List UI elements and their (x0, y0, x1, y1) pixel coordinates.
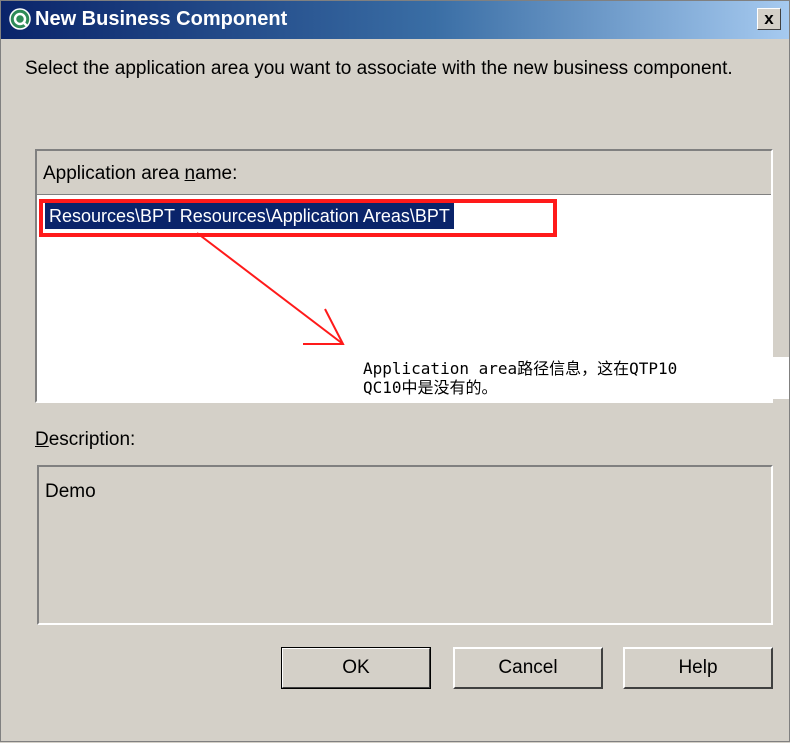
description-field[interactable]: Demo (37, 465, 773, 625)
cancel-button[interactable]: Cancel (453, 647, 603, 689)
description-value: Demo (45, 481, 96, 502)
annotation-note: Application area路径信息，这在QTP10 QC10中是没有的。 (359, 357, 789, 399)
ok-button[interactable]: OK (281, 647, 431, 689)
description-label: Description: (35, 429, 136, 450)
new-business-component-dialog: New Business Component x Select the appl… (0, 0, 790, 742)
help-button[interactable]: Help (623, 647, 773, 689)
annotation-line-2: QC10中是没有的。 (363, 378, 498, 397)
annotation-line-1: Application area路径信息，这在QTP10 (363, 359, 678, 378)
